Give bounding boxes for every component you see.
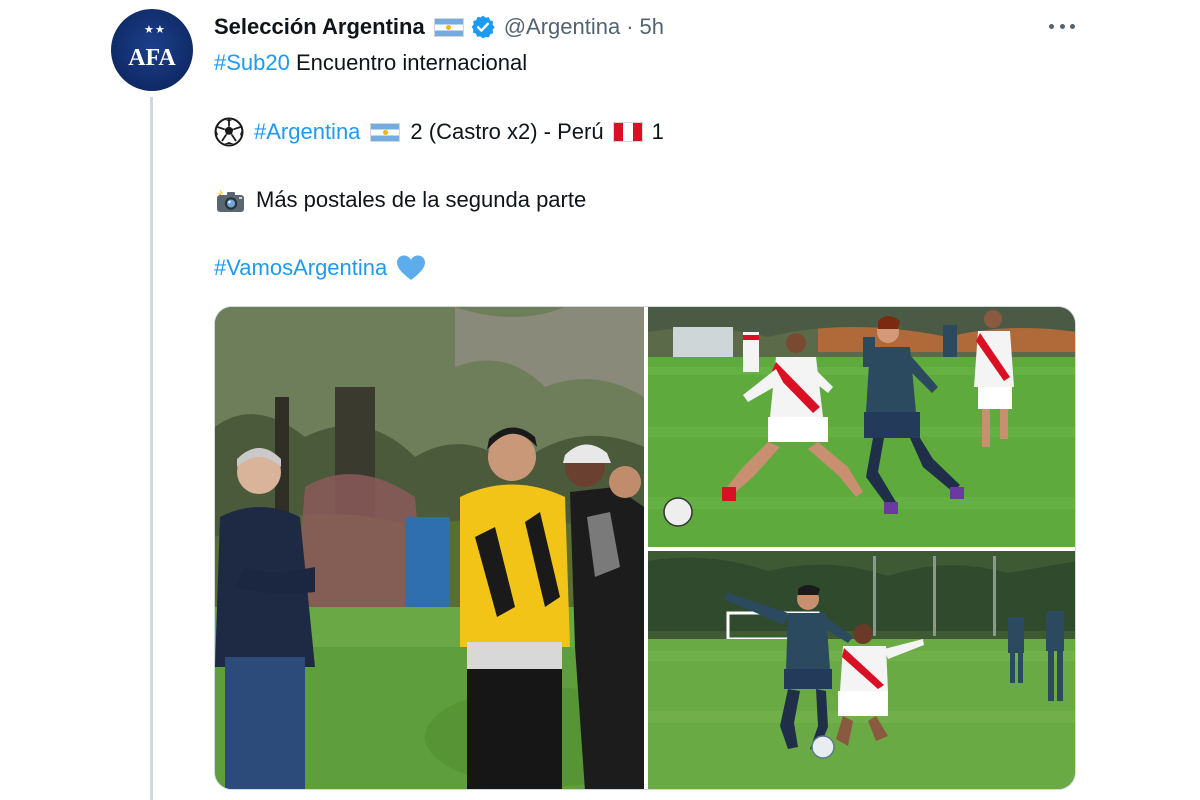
svg-text:★: ★ [155,23,165,36]
peru-score: 1 [651,119,664,144]
author-handle[interactable]: @Argentina [504,14,621,40]
score-text: 2 (Castro x2) - Perú [410,119,604,144]
match-action-photo-2[interactable] [648,551,1075,789]
line3-text: Más postales de la segunda parte [256,187,587,212]
hashtag-vamosargentina[interactable]: #VamosArgentina [214,255,387,281]
profile-avatar[interactable]: ★ ★ AFA [111,9,193,91]
svg-text:★: ★ [144,23,154,36]
thread-line [150,97,153,800]
match-action-photo-1[interactable] [648,307,1075,547]
tweet-line-3: Más postales de la segunda parte [214,185,586,215]
officials-sideline-photo[interactable] [215,307,644,789]
tweet-line-2: #Argentina 2 (Castro x2) - Perú 1 [214,117,664,147]
hashtag-sub20[interactable]: #Sub20 [214,50,290,76]
line1-text: Encuentro internacional [295,50,528,75]
hashtag-argentina[interactable]: #Argentina [254,119,360,145]
peru-flag-icon [612,122,643,142]
argentina-flag-icon [433,17,464,37]
afa-logo-icon: ★ ★ AFA [128,23,176,71]
argentina-flag-icon [370,122,401,142]
camera-flash-icon [214,185,246,215]
blue-heart-icon [395,253,427,283]
tweet-line-1: #Sub20 Encuentro internacional [214,48,527,78]
more-options-icon[interactable] [1047,14,1077,38]
separator-dot: · [626,14,634,39]
author-name[interactable]: Selección Argentina [214,14,425,40]
avatar-lettering: AFA [128,45,176,71]
verified-badge-icon [470,14,496,40]
tweet-media-grid [214,306,1076,790]
tweet-line-4: #VamosArgentina [214,253,427,283]
tweet-timestamp[interactable]: 5h [640,14,664,40]
tweet-header: Selección Argentina @Argentina · 5h [214,12,664,42]
soccer-ball-icon [214,117,244,147]
